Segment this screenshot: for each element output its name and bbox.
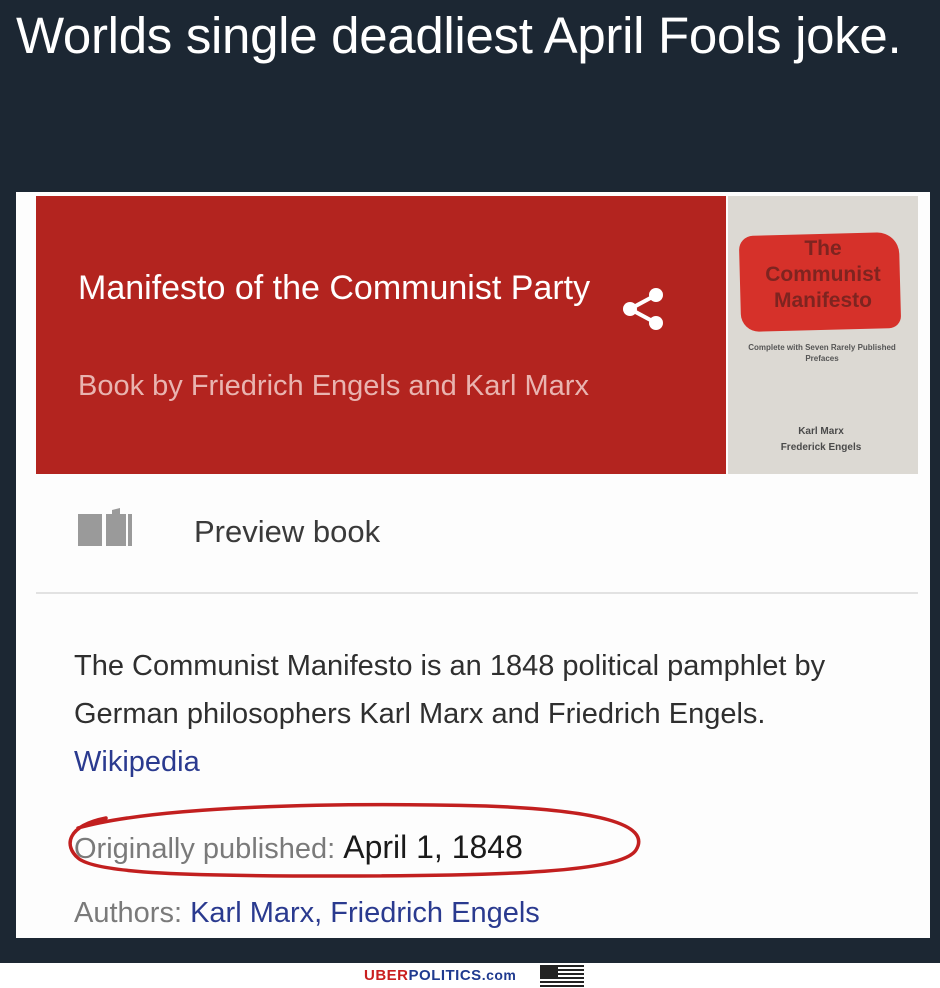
share-icon[interactable] [618,284,668,334]
us-flag-icon [540,965,584,987]
card-header: Manifesto of the Communist Party Book by… [36,196,726,474]
knowledge-card: Manifesto of the Communist Party Book by… [16,192,930,938]
fact-originally-published: Originally published: April 1, 1848 [74,830,523,866]
book-subtitle: Book by Friedrich Engels and Karl Marx [78,370,589,402]
cover-author: Karl Marx [798,426,844,437]
published-date: April 1, 1848 [343,829,523,865]
preview-book-label: Preview book [194,514,381,549]
book-title: Manifesto of the Communist Party [78,269,591,307]
watermark: UBERPOLITICS.com [364,965,516,985]
cover-note: Complete with Seven Rarely Published Pre… [748,343,896,363]
open-book-icon [78,508,132,546]
divider [36,592,918,594]
wikipedia-link[interactable]: Wikipedia [74,746,200,778]
fact-authors: Authors: Karl Marx, Friedrich Engels [74,896,540,930]
published-label: Originally published: [74,833,336,865]
book-description: The Communist Manifesto is an 1848 polit… [74,642,874,786]
watermark-part: UBER [364,967,409,984]
cover-authors: Karl Marx Frederick Engels [736,424,906,456]
description-text: The Communist Manifesto is an 1848 polit… [74,650,826,730]
cover-author: Frederick Engels [780,442,862,453]
preview-book-button[interactable]: Preview book [36,474,918,592]
authors-label: Authors: [74,897,182,929]
cover-title-line: The [804,237,842,260]
authors-value[interactable]: Karl Marx, Friedrich Engels [190,897,540,929]
watermark-part: .com [481,967,517,983]
watermark-part: POLITICS [408,967,482,984]
cover-title-line: Manifesto [773,289,872,312]
book-cover-image[interactable]: The Communist Manifesto Complete with Se… [728,196,918,474]
post-text: Worlds single deadliest April Fools joke… [16,7,902,64]
cover-title-line: Communist [765,263,881,286]
cover-title: The Communist Manifesto [740,236,906,314]
